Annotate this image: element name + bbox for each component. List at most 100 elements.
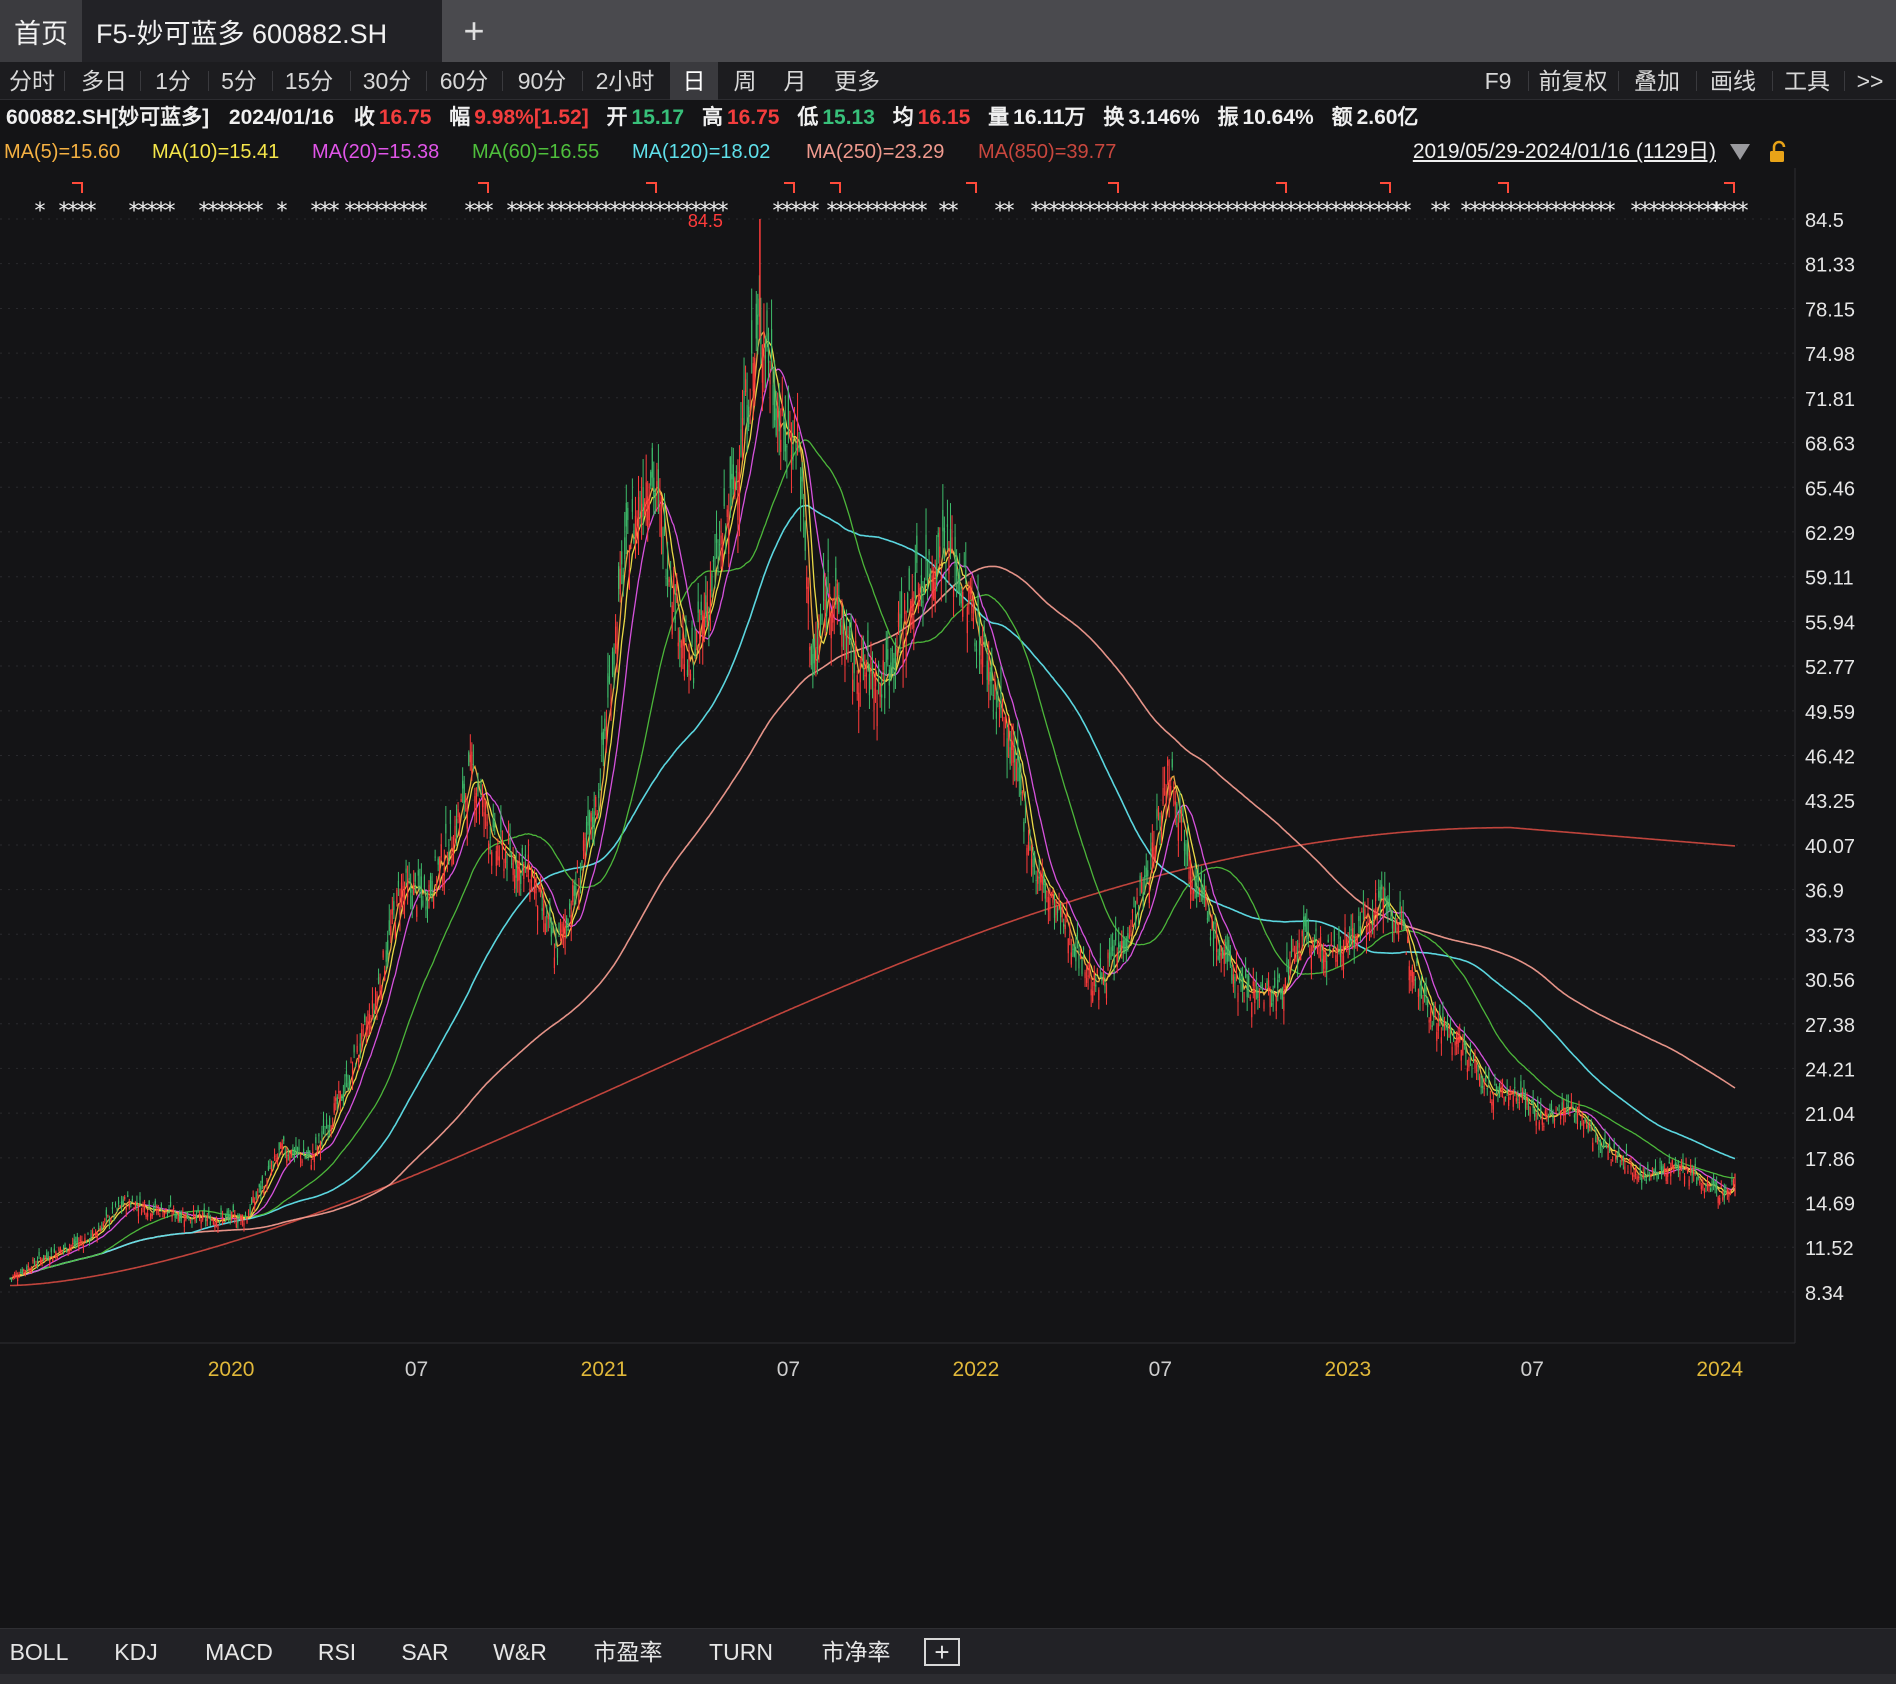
draw-button[interactable]: 画线 <box>1698 62 1768 100</box>
period-button[interactable]: 30分 <box>352 62 422 100</box>
period-button-selected[interactable]: 日 <box>670 62 718 100</box>
candle-body <box>1488 1072 1490 1081</box>
candle-body <box>1271 1002 1273 1006</box>
candle-body <box>1483 1087 1485 1090</box>
candle-body <box>1405 953 1407 955</box>
period-button[interactable]: 周 <box>722 62 768 100</box>
candle-body <box>910 601 912 624</box>
indicator-tab-pb[interactable]: 市净率 <box>806 1629 906 1675</box>
overlay-button[interactable]: 叠加 <box>1622 62 1692 100</box>
candle-body <box>1315 928 1317 932</box>
period-button[interactable]: 60分 <box>428 62 500 100</box>
candle-body <box>1670 1169 1672 1177</box>
period-button[interactable]: 2小时 <box>584 62 666 100</box>
candle-body <box>587 810 589 826</box>
candle-body <box>1679 1172 1681 1175</box>
indicator-tab-boll[interactable]: BOLL <box>0 1629 78 1675</box>
dropdown-triangle-icon[interactable] <box>1728 142 1752 162</box>
candle-body <box>324 1135 326 1137</box>
candle-body <box>763 330 765 361</box>
tab-stock-chart[interactable]: F5-妙可蓝多 600882.SH <box>82 0 442 62</box>
more-tools-button[interactable]: >> <box>1846 62 1894 100</box>
candle-body <box>1651 1168 1654 1170</box>
period-button[interactable]: 多日 <box>72 62 136 100</box>
y-tick-label: 84.5 <box>1805 210 1844 232</box>
add-indicator-button[interactable]: + <box>924 1638 960 1666</box>
candle-body <box>1365 926 1368 937</box>
candle-body <box>859 662 861 683</box>
tab-home[interactable]: 首页 <box>0 0 82 62</box>
candle-body <box>1222 950 1224 959</box>
candle-body <box>292 1148 294 1157</box>
period-button[interactable]: 1分 <box>142 62 204 100</box>
candle-body <box>1676 1163 1678 1166</box>
date-range-selector[interactable]: 2019/05/29-2024/01/16 (1129日) <box>1413 136 1716 168</box>
candle-body <box>1375 892 1377 902</box>
y-tick-label: 33.73 <box>1805 925 1855 947</box>
candle-body <box>1541 1118 1543 1125</box>
candle-body <box>113 1215 115 1217</box>
candle-body <box>1665 1174 1667 1182</box>
candle-body <box>234 1214 236 1218</box>
candle-body <box>442 876 444 888</box>
y-tick-label: 40.07 <box>1805 836 1855 858</box>
indicator-tab-sar[interactable]: SAR <box>388 1629 462 1675</box>
tools-button[interactable]: 工具 <box>1774 62 1840 100</box>
candle-body <box>93 1227 95 1229</box>
period-button[interactable]: 分时 <box>0 62 64 100</box>
add-tab-button[interactable]: + <box>442 0 506 62</box>
period-button-more[interactable]: 更多 <box>822 62 892 100</box>
candle-body <box>1486 1088 1488 1090</box>
candle-body <box>179 1214 181 1222</box>
candle-body <box>1627 1171 1629 1173</box>
adjust-button[interactable]: 前复权 <box>1530 62 1616 100</box>
candle-body <box>257 1194 259 1196</box>
candle-body <box>1278 974 1280 979</box>
candle-body <box>1622 1156 1624 1161</box>
candle-body <box>1422 997 1424 1005</box>
candle-body <box>1711 1180 1713 1185</box>
indicator-tab-rsi[interactable]: RSI <box>302 1629 372 1675</box>
candle-body <box>1301 931 1303 937</box>
candle-body <box>1682 1159 1684 1166</box>
ma-label: MA(250)=23.29 <box>806 141 945 163</box>
quote-info-bar: 600882.SH[妙可蓝多] 2024/01/16 收 16.75 幅 9.98%… <box>0 100 1896 136</box>
indicator-tab-macd[interactable]: MACD <box>194 1629 284 1675</box>
candle-body <box>105 1209 107 1216</box>
candle-body <box>1231 967 1233 981</box>
low-value: 15.13 <box>822 106 875 129</box>
candle-body <box>1096 969 1098 974</box>
candle-body <box>907 593 909 613</box>
candle-body <box>891 649 893 651</box>
candle-body <box>752 363 754 391</box>
ma-line <box>9 366 1736 1280</box>
indicator-tab-turn[interactable]: TURN <box>694 1629 788 1675</box>
candle-body <box>697 601 699 613</box>
candle-body <box>1329 950 1331 952</box>
period-button[interactable]: 月 <box>772 62 818 100</box>
indicator-tab-pe[interactable]: 市盈率 <box>578 1629 678 1675</box>
indicator-tab-kdj[interactable]: KDJ <box>98 1629 174 1675</box>
period-button[interactable]: 90分 <box>504 62 580 100</box>
candle-body <box>1011 740 1013 750</box>
candle-body <box>1127 933 1129 942</box>
candle-body <box>1543 1126 1545 1128</box>
period-button[interactable]: 5分 <box>208 62 270 100</box>
f9-button[interactable]: F9 <box>1470 62 1526 100</box>
candle-body <box>1393 923 1395 932</box>
candle-body <box>839 621 841 627</box>
candle-body <box>1448 1034 1450 1038</box>
candle-body <box>1697 1177 1699 1179</box>
candle-body <box>165 1208 167 1211</box>
candle-body <box>1656 1171 1658 1179</box>
candle-body <box>740 429 742 456</box>
indicator-tab-wr[interactable]: W&R <box>480 1629 560 1675</box>
price-chart[interactable]: * **** ***** ******* * *** ********* *** **** ***… <box>0 168 1896 1628</box>
candle-body <box>264 1173 266 1175</box>
candle-body <box>1053 906 1056 918</box>
period-button[interactable]: 15分 <box>274 62 344 100</box>
candle-body <box>613 649 615 665</box>
candle-body <box>975 649 978 652</box>
lock-icon[interactable] <box>1768 140 1790 164</box>
candle-body <box>656 481 658 488</box>
